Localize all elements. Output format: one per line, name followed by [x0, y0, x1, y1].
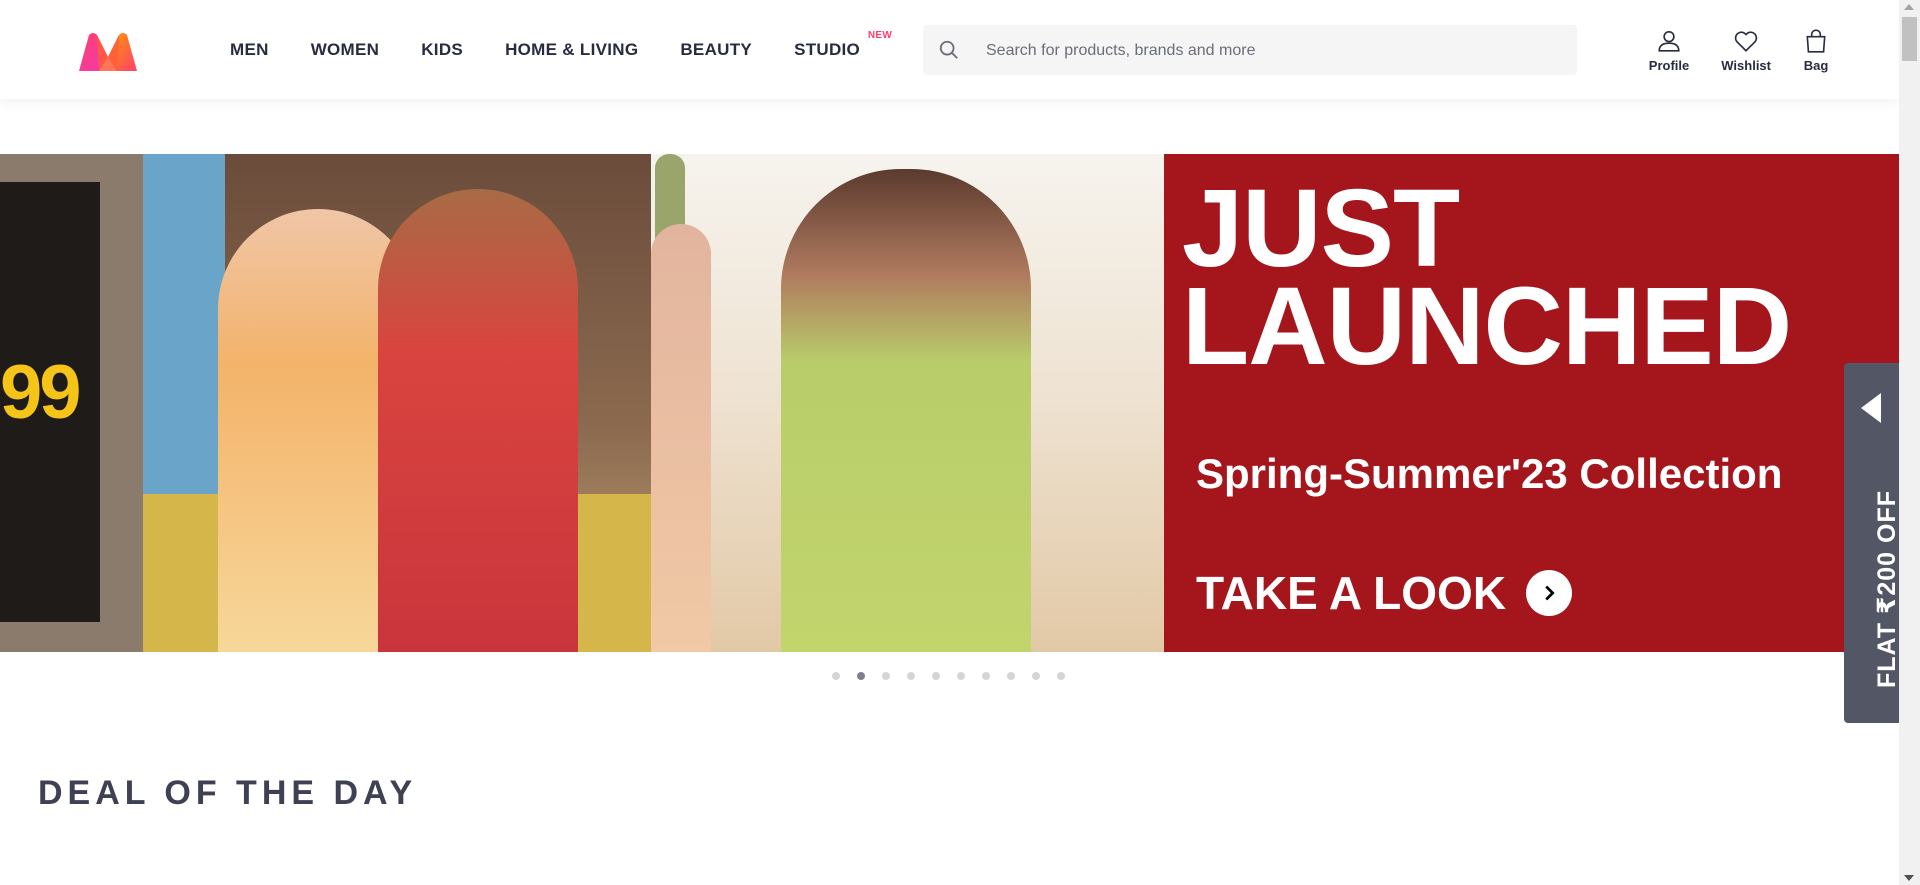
profile-button[interactable]: Profile — [1649, 28, 1689, 73]
arrow-left-icon — [1861, 393, 1881, 423]
bag-button[interactable]: Bag — [1803, 28, 1829, 73]
carousel-dot[interactable] — [1057, 672, 1065, 680]
flat-offer-label: FLAT ₹200 OFF — [1873, 490, 1901, 688]
carousel-dot[interactable] — [932, 672, 940, 680]
search-icon[interactable] — [938, 39, 960, 61]
carousel-dot[interactable] — [957, 672, 965, 680]
nav-home-living[interactable]: HOME & LIVING — [505, 40, 638, 60]
banner-promo-panel: JUST LAUNCHED Spring-Summer'23 Collectio… — [1164, 154, 1899, 652]
carousel-dot-active[interactable] — [857, 672, 865, 680]
carousel-dots — [832, 672, 1082, 680]
carousel-dot[interactable] — [907, 672, 915, 680]
model-figure — [781, 169, 1031, 652]
banner-image-desert-model — [651, 154, 1164, 652]
model-figure — [651, 224, 711, 652]
take-a-look-cta[interactable]: TAKE A LOOK — [1196, 566, 1573, 620]
profile-label: Profile — [1648, 58, 1690, 73]
flat-offer-tab[interactable]: FLAT ₹200 OFF — [1844, 363, 1901, 723]
nav-studio[interactable]: STUDIO NEW — [794, 30, 892, 60]
scrollbar-thumb[interactable] — [1902, 17, 1917, 61]
wishlist-label: Wishlist — [1721, 58, 1771, 73]
section-title-deal-of-the-day: DEAL OF THE DAY — [38, 774, 418, 812]
chevron-right-icon — [1526, 570, 1573, 616]
search-input[interactable] — [984, 26, 1548, 76]
bag-icon — [1806, 29, 1826, 53]
myntra-logo[interactable] — [77, 31, 139, 73]
collection-label: Spring-Summer'23 Collection — [1196, 450, 1783, 497]
profile-icon — [1658, 30, 1680, 52]
new-badge: NEW — [867, 29, 893, 41]
heart-icon — [1734, 31, 1758, 52]
bag-label: Bag — [1803, 58, 1829, 73]
banner-image-bar-models — [143, 154, 651, 652]
nav-kids[interactable]: KIDS — [421, 40, 463, 60]
search-bar — [923, 25, 1577, 76]
price-fragment: 99 — [0, 350, 82, 435]
banner-headline: JUST LAUNCHED — [1182, 167, 1792, 388]
wishlist-button[interactable]: Wishlist — [1721, 28, 1771, 73]
carousel-dot[interactable] — [882, 672, 890, 680]
nav-women[interactable]: WOMEN — [311, 40, 380, 60]
scroll-up-icon[interactable] — [1904, 4, 1914, 10]
carousel-dot[interactable] — [982, 672, 990, 680]
page-scrollbar[interactable] — [1899, 0, 1920, 885]
nav-men[interactable]: MEN — [230, 40, 269, 60]
main-nav: MEN WOMEN KIDS HOME & LIVING BEAUTY STUD… — [230, 0, 902, 99]
carousel-dot[interactable] — [1032, 672, 1040, 680]
carousel-dot[interactable] — [832, 672, 840, 680]
header-actions: Profile Wishlist Bag — [1617, 28, 1829, 73]
carousel-dot[interactable] — [1007, 672, 1015, 680]
hero-banner[interactable]: 99 JUST LAUNCHED Spring-Summer'23 Collec… — [0, 154, 1899, 652]
site-header: MEN WOMEN KIDS HOME & LIVING BEAUTY STUD… — [0, 0, 1899, 99]
banner-slide-previous: 99 — [0, 154, 143, 652]
model-figure — [378, 189, 578, 652]
nav-beauty[interactable]: BEAUTY — [680, 40, 752, 60]
scroll-down-icon[interactable] — [1904, 875, 1914, 881]
